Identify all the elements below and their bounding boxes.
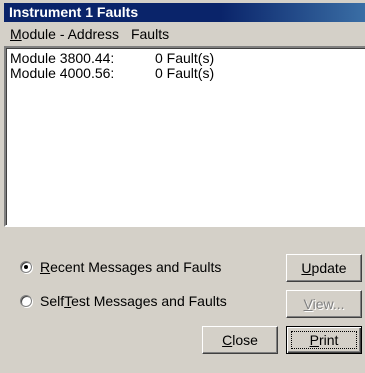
module-name: Module 3800.44: [10,50,115,66]
print-mnemonic: P [309,332,319,348]
faults-window: Instrument 1 Faults Module - Address Fau… [0,0,365,373]
selftest-label-rest: est Messages and Faults [71,293,227,309]
update-mnemonic: U [301,260,312,276]
recent-messages-label: Recent Messages and Faults [40,259,221,275]
menu-module-address-mnemonic: M [10,26,22,42]
view-label-rest: iew... [312,296,345,312]
close-mnemonic: C [222,332,233,348]
window-title: Instrument 1 Faults [4,3,365,22]
recent-mnemonic: R [40,259,51,275]
faults-listbox[interactable]: Module 3800.44: 0 Fault(s) Module 4000.56… [4,46,365,227]
selftest-label-start: Self [40,293,65,309]
update-button[interactable]: Update [286,254,362,282]
print-label-rest: rint [318,332,339,348]
fault-count: 0 Fault(s) [155,50,215,66]
fault-count: 0 Fault(s) [155,65,215,81]
close-button[interactable]: Close [202,326,278,354]
recent-label-rest: ecent Messages and Faults [50,259,222,275]
module-name: Module 4000.56: [10,65,115,81]
menu-module-address[interactable]: Module - Address [4,24,125,44]
selftest-radio-button[interactable] [20,295,32,307]
close-label-rest: lose [232,332,258,348]
view-button[interactable]: View... [286,290,362,318]
print-button[interactable]: Print [286,326,362,354]
recent-radio-button[interactable] [20,261,32,273]
selftest-messages-option[interactable]: SelfTest Messages and Faults [20,290,227,312]
list-item[interactable]: Module 4000.56: 0 Fault(s) [10,66,365,81]
view-mnemonic: V [303,296,313,312]
menu-faults[interactable]: Faults [125,24,175,44]
recent-messages-option[interactable]: Recent Messages and Faults [20,256,221,278]
list-item[interactable]: Module 3800.44: 0 Fault(s) [10,51,365,66]
menu-bar: Module - Address Faults [4,23,365,45]
selftest-messages-label: SelfTest Messages and Faults [40,293,227,309]
menu-module-address-rest: odule - Address [21,26,119,42]
update-label-rest: pdate [311,260,347,276]
